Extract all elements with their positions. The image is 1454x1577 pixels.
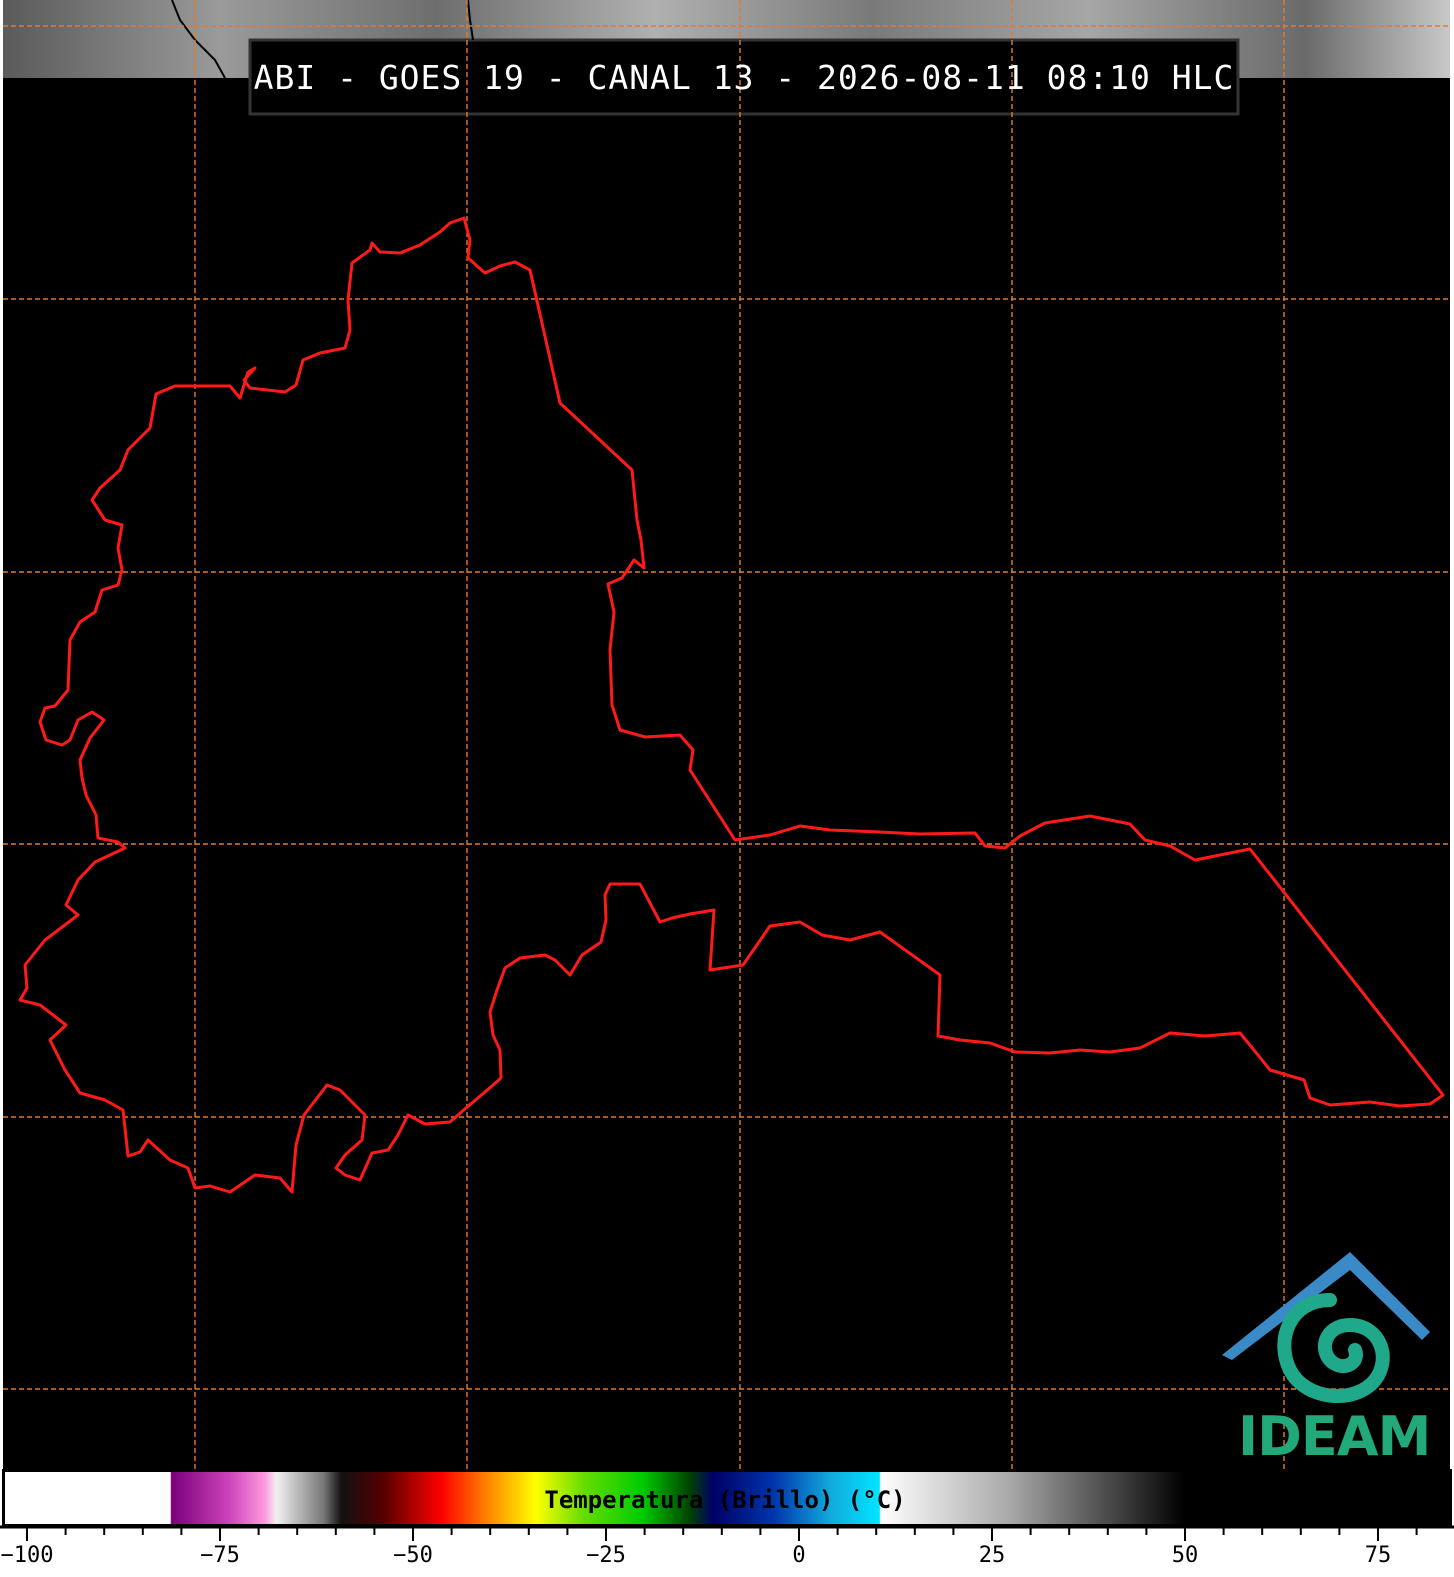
colorbar-tick-label: −50	[393, 1543, 433, 1568]
colorbar-tick-label: 50	[1171, 1543, 1199, 1568]
colorbar-tick-label: −25	[586, 1543, 626, 1568]
map-title: ABI - GOES 19 - CANAL 13 - 2026-08-11 08…	[253, 57, 1235, 97]
colorbar-tick-label: −100	[0, 1543, 54, 1568]
colorbar-tick-label: 0	[792, 1543, 806, 1568]
colorbar-tick-label: 75	[1364, 1543, 1392, 1568]
colorbar-tick-label: 25	[978, 1543, 1006, 1568]
satellite-map	[0, 0, 1454, 1577]
colorbar-tick-label: −75	[200, 1543, 240, 1568]
ideam-logo-text: IDEAM	[1238, 1405, 1431, 1468]
map-background	[3, 78, 1450, 1472]
colorbar-label: Temperatura (Brillo) (°C)	[544, 1486, 906, 1514]
